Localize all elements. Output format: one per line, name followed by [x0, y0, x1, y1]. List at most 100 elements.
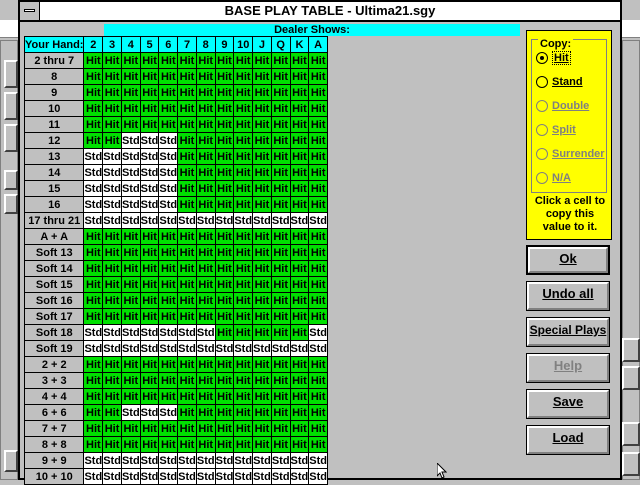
play-cell[interactable]: Hit: [195, 116, 216, 133]
play-cell[interactable]: Hit: [289, 436, 310, 453]
play-cell[interactable]: Hit: [102, 404, 122, 421]
play-cell[interactable]: Hit: [83, 244, 104, 261]
play-cell[interactable]: Hit: [195, 180, 216, 197]
play-cell[interactable]: Std: [83, 196, 104, 213]
play-cell[interactable]: Hit: [252, 436, 272, 453]
play-cell[interactable]: Hit: [233, 436, 254, 453]
play-cell[interactable]: Hit: [158, 292, 179, 309]
save-button[interactable]: Save: [526, 389, 610, 419]
play-cell[interactable]: Std: [289, 452, 310, 469]
play-cell[interactable]: Hit: [289, 244, 310, 261]
play-cell[interactable]: Std: [139, 452, 160, 469]
play-cell[interactable]: Hit: [120, 292, 141, 309]
play-cell[interactable]: Hit: [139, 292, 160, 309]
play-cell[interactable]: Hit: [177, 388, 197, 405]
play-cell[interactable]: Std: [102, 196, 122, 213]
play-cell[interactable]: Std: [139, 180, 160, 197]
play-cell[interactable]: Hit: [270, 180, 291, 197]
play-cell[interactable]: Hit: [102, 132, 122, 149]
play-cell[interactable]: Std: [139, 164, 160, 181]
play-cell[interactable]: Hit: [308, 308, 329, 325]
play-cell[interactable]: Hit: [252, 388, 272, 405]
play-cell[interactable]: Hit: [177, 180, 197, 197]
play-cell[interactable]: Hit: [289, 148, 310, 165]
play-cell[interactable]: Hit: [270, 292, 291, 309]
play-cell[interactable]: Std: [139, 196, 160, 213]
play-cell[interactable]: Hit: [270, 100, 291, 117]
play-cell[interactable]: Hit: [83, 372, 104, 389]
play-cell[interactable]: Hit: [308, 356, 329, 373]
play-cell[interactable]: Std: [120, 132, 141, 149]
play-cell[interactable]: Std: [270, 340, 291, 357]
play-cell[interactable]: Hit: [102, 228, 122, 245]
play-cell[interactable]: Hit: [270, 196, 291, 213]
play-cell[interactable]: Hit: [102, 420, 122, 437]
play-cell[interactable]: Hit: [177, 420, 197, 437]
play-cell[interactable]: Hit: [102, 244, 122, 261]
play-cell[interactable]: Std: [120, 324, 141, 341]
play-cell[interactable]: Std: [158, 148, 179, 165]
play-cell[interactable]: Hit: [177, 164, 197, 181]
play-cell[interactable]: Hit: [195, 308, 216, 325]
play-cell[interactable]: Std: [252, 468, 272, 485]
play-cell[interactable]: Hit: [308, 420, 329, 437]
play-cell[interactable]: Std: [233, 212, 254, 229]
play-cell[interactable]: Hit: [195, 388, 216, 405]
play-cell[interactable]: Std: [214, 468, 235, 485]
play-cell[interactable]: Hit: [233, 180, 254, 197]
play-cell[interactable]: Std: [102, 452, 122, 469]
play-cell[interactable]: Hit: [270, 372, 291, 389]
play-cell[interactable]: Hit: [233, 356, 254, 373]
play-cell[interactable]: Hit: [233, 84, 254, 101]
play-cell[interactable]: Hit: [270, 132, 291, 149]
play-cell[interactable]: Std: [102, 324, 122, 341]
play-cell[interactable]: Std: [83, 468, 104, 485]
play-cell[interactable]: Std: [120, 452, 141, 469]
play-cell[interactable]: Hit: [195, 276, 216, 293]
play-cell[interactable]: Hit: [308, 244, 329, 261]
play-cell[interactable]: Std: [83, 340, 104, 357]
system-menu-icon[interactable]: [20, 2, 40, 20]
play-cell[interactable]: Hit: [177, 228, 197, 245]
play-cell[interactable]: Hit: [139, 436, 160, 453]
play-cell[interactable]: Std: [158, 468, 179, 485]
play-cell[interactable]: Hit: [139, 52, 160, 69]
play-cell[interactable]: Std: [289, 340, 310, 357]
play-cell[interactable]: Std: [120, 164, 141, 181]
play-cell[interactable]: Std: [177, 340, 197, 357]
play-cell[interactable]: Hit: [252, 420, 272, 437]
play-cell[interactable]: Hit: [289, 52, 310, 69]
play-cell[interactable]: Hit: [158, 260, 179, 277]
play-cell[interactable]: Hit: [270, 164, 291, 181]
play-cell[interactable]: Hit: [83, 292, 104, 309]
play-cell[interactable]: Hit: [308, 292, 329, 309]
play-cell[interactable]: Hit: [214, 116, 235, 133]
play-cell[interactable]: Hit: [270, 260, 291, 277]
play-cell[interactable]: Hit: [252, 372, 272, 389]
play-cell[interactable]: Std: [102, 164, 122, 181]
play-cell[interactable]: Std: [102, 180, 122, 197]
play-cell[interactable]: Std: [308, 468, 329, 485]
play-cell[interactable]: Std: [158, 132, 179, 149]
play-cell[interactable]: Std: [308, 212, 329, 229]
play-cell[interactable]: Hit: [139, 276, 160, 293]
play-cell[interactable]: Hit: [139, 100, 160, 117]
play-cell[interactable]: Hit: [83, 276, 104, 293]
play-cell[interactable]: Hit: [214, 228, 235, 245]
play-cell[interactable]: Hit: [308, 276, 329, 293]
play-cell[interactable]: Hit: [177, 132, 197, 149]
play-cell[interactable]: Hit: [195, 244, 216, 261]
play-cell[interactable]: Hit: [252, 84, 272, 101]
play-cell[interactable]: Hit: [289, 404, 310, 421]
play-cell[interactable]: Hit: [102, 260, 122, 277]
play-cell[interactable]: Hit: [158, 84, 179, 101]
play-cell[interactable]: Hit: [289, 132, 310, 149]
play-cell[interactable]: Hit: [158, 420, 179, 437]
copy-option-stand[interactable]: Stand: [536, 76, 583, 92]
play-cell[interactable]: Std: [139, 212, 160, 229]
play-cell[interactable]: Hit: [120, 228, 141, 245]
play-cell[interactable]: Hit: [214, 244, 235, 261]
play-cell[interactable]: Hit: [139, 420, 160, 437]
play-cell[interactable]: Hit: [233, 196, 254, 213]
play-cell[interactable]: Hit: [102, 100, 122, 117]
